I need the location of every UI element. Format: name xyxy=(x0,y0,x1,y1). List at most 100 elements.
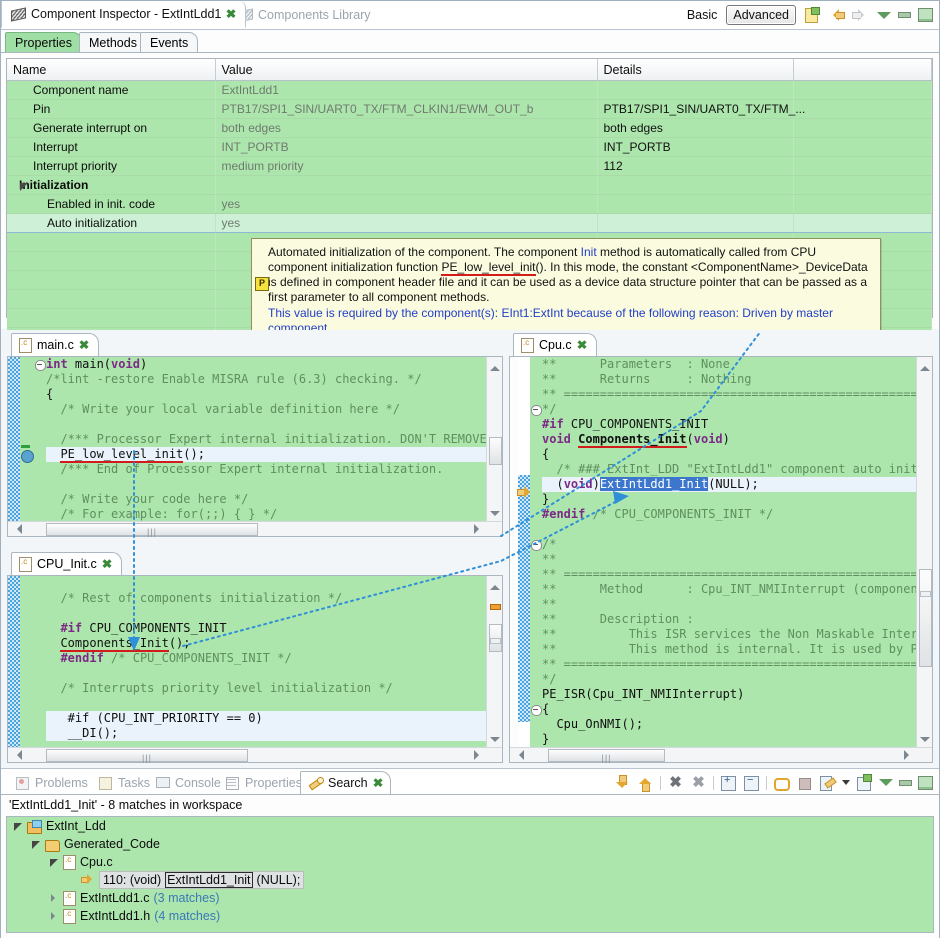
close-icon[interactable]: ✖ xyxy=(372,777,383,789)
column-header-extra[interactable] xyxy=(793,59,932,81)
tab-components-library[interactable]: Components Library xyxy=(229,1,380,28)
vertical-scrollbar[interactable] xyxy=(916,357,932,748)
previous-match-icon[interactable] xyxy=(637,775,654,792)
search-match-line[interactable]: 110: (void) ExtIntLdd1_Init (NULL); xyxy=(99,871,305,889)
property-value[interactable]: yes xyxy=(215,194,598,214)
horizontal-scrollbar[interactable]: ||| xyxy=(8,747,502,763)
fold-collapse-icon[interactable] xyxy=(531,705,542,716)
maximize-icon[interactable] xyxy=(918,8,933,22)
remove-all-matches-icon[interactable]: ✖ xyxy=(690,774,707,791)
close-icon[interactable]: ✖ xyxy=(576,339,587,351)
column-header-details[interactable]: Details xyxy=(597,59,794,81)
scroll-up-icon[interactable] xyxy=(489,578,500,590)
fold-collapse-icon[interactable] xyxy=(531,540,542,551)
close-icon[interactable]: ✖ xyxy=(101,558,112,570)
tree-row[interactable]: 110: (void) ExtIntLdd1_Init (NULL); xyxy=(7,871,933,889)
tree-row[interactable]: ExtIntLdd1.h(4 matches) xyxy=(7,907,933,925)
scroll-down-icon[interactable] xyxy=(489,735,500,746)
table-row[interactable]: Component name ExtIntLdd1 xyxy=(7,80,932,100)
next-match-icon[interactable] xyxy=(614,774,631,791)
scroll-down-icon[interactable] xyxy=(919,735,930,746)
property-value[interactable]: INT_PORTB xyxy=(215,137,598,157)
search-match-arrow-icon[interactable] xyxy=(517,485,532,499)
tab-problems[interactable]: Problems xyxy=(9,771,95,794)
tab-cpu-c[interactable]: Cpu.c ✖ xyxy=(513,333,597,356)
table-row[interactable]: Interrupt priority medium priority 112 xyxy=(7,156,932,176)
scroll-up-icon[interactable] xyxy=(919,359,930,371)
scroll-right-icon[interactable] xyxy=(474,749,485,760)
horizontal-scrollbar[interactable]: ||| xyxy=(8,521,502,537)
tab-console[interactable]: Console xyxy=(149,771,228,794)
scroll-thumb[interactable]: ||| xyxy=(46,749,248,763)
scroll-right-icon[interactable] xyxy=(904,749,915,760)
minimize-icon[interactable] xyxy=(898,12,911,18)
overview-marker-icon[interactable] xyxy=(490,638,501,644)
mode-advanced-button[interactable]: Advanced xyxy=(726,5,796,25)
expand-all-icon[interactable] xyxy=(720,774,737,791)
column-header-value[interactable]: Value xyxy=(215,59,598,81)
search-history-dropdown-icon[interactable] xyxy=(842,780,850,785)
code-text-cpu-init-c[interactable]: /* Rest of components initialization */ … xyxy=(46,576,487,748)
vertical-scrollbar[interactable] xyxy=(486,357,502,522)
property-value[interactable]: both edges xyxy=(215,118,598,138)
scroll-thumb[interactable] xyxy=(919,569,932,667)
horizontal-scrollbar[interactable]: ||| xyxy=(510,747,932,763)
tab-search[interactable]: Search ✖ xyxy=(300,771,391,794)
code-text-cpu-c[interactable]: ** Parameters : None ** Returns : Nothin… xyxy=(542,357,917,748)
tree-row[interactable]: Cpu.c xyxy=(7,853,933,871)
table-row[interactable]: Pin PTB17/SPI1_SIN/UART0_TX/FTM_CLKIN1/EW… xyxy=(7,99,932,119)
tab-cpu-init-c[interactable]: CPU_Init.c ✖ xyxy=(11,552,122,575)
close-icon[interactable]: ✖ xyxy=(79,339,90,351)
tooltip-function-link[interactable]: PE_low_level_init xyxy=(441,260,536,276)
note-add-icon[interactable] xyxy=(803,7,820,23)
editor-body[interactable]: ** Parameters : None ** Returns : Nothin… xyxy=(509,356,933,763)
tab-properties[interactable]: Properties xyxy=(5,32,82,52)
table-row[interactable]: Initialization xyxy=(7,175,932,195)
tab-methods[interactable]: Methods xyxy=(79,32,147,52)
mode-basic-button[interactable]: Basic xyxy=(685,8,720,22)
collapse-all-icon[interactable] xyxy=(743,774,760,791)
breakpoint-icon[interactable] xyxy=(21,450,34,463)
tab-properties-bottom[interactable]: Properties xyxy=(219,771,309,794)
tree-row[interactable]: ExtInt_Ldd xyxy=(7,817,933,835)
property-value[interactable]: PTB17/SPI1_SIN/UART0_TX/FTM_CLKIN1/EWM_O… xyxy=(215,99,598,119)
back-arrow-icon[interactable] xyxy=(827,8,845,22)
column-header-name[interactable]: Name xyxy=(7,59,216,81)
vertical-scrollbar[interactable] xyxy=(486,576,502,748)
editor-body[interactable]: /* Rest of components initialization */ … xyxy=(7,575,503,763)
tree-twisty-icon[interactable] xyxy=(13,821,23,831)
scroll-up-icon[interactable] xyxy=(489,359,500,371)
view-menu-icon[interactable] xyxy=(879,779,893,786)
tab-component-inspector[interactable]: Component Inspector - ExtIntLdd1 ✖ xyxy=(1,1,247,28)
table-row[interactable]: Generate interrupt on both edges both edge… xyxy=(7,118,932,138)
remove-match-icon[interactable]: ✖ xyxy=(667,774,684,791)
new-search-icon[interactable] xyxy=(856,773,873,791)
fold-collapse-icon[interactable] xyxy=(35,360,46,371)
scroll-thumb[interactable]: ||| xyxy=(46,523,258,537)
property-value[interactable]: medium priority xyxy=(215,156,598,176)
tree-twisty-icon[interactable] xyxy=(31,839,41,849)
property-value[interactable]: ExtIntLdd1 xyxy=(215,80,598,100)
tree-twisty-icon[interactable] xyxy=(49,911,59,921)
property-value[interactable]: yes xyxy=(215,213,598,233)
tab-tasks[interactable]: Tasks xyxy=(92,771,157,794)
fold-collapse-icon[interactable] xyxy=(531,405,542,416)
tab-main-c[interactable]: main.c ✖ xyxy=(11,333,99,356)
maximize-icon[interactable] xyxy=(918,775,933,790)
overview-marker-icon[interactable] xyxy=(490,604,501,610)
scroll-left-icon[interactable] xyxy=(10,523,22,534)
scroll-left-icon[interactable] xyxy=(10,749,22,760)
search-results-tree[interactable]: ExtInt_Ldd Generated_Code Cpu.c 110: (void)… xyxy=(6,816,934,933)
close-icon[interactable]: ✖ xyxy=(226,8,237,20)
overview-marker-icon[interactable] xyxy=(920,591,931,597)
minimize-icon[interactable] xyxy=(899,779,912,786)
view-menu-icon[interactable] xyxy=(877,11,891,19)
scroll-right-icon[interactable] xyxy=(474,523,485,534)
search-history-icon[interactable] xyxy=(819,775,836,791)
property-value[interactable] xyxy=(215,175,598,195)
editor-body[interactable]: int main(void) /*lint -restore Enable MI… xyxy=(7,356,503,537)
scroll-left-icon[interactable] xyxy=(512,749,524,760)
link-with-editor-icon[interactable] xyxy=(773,775,790,791)
tree-twisty-icon[interactable] xyxy=(49,857,59,867)
tree-row[interactable]: Generated_Code xyxy=(7,835,933,853)
